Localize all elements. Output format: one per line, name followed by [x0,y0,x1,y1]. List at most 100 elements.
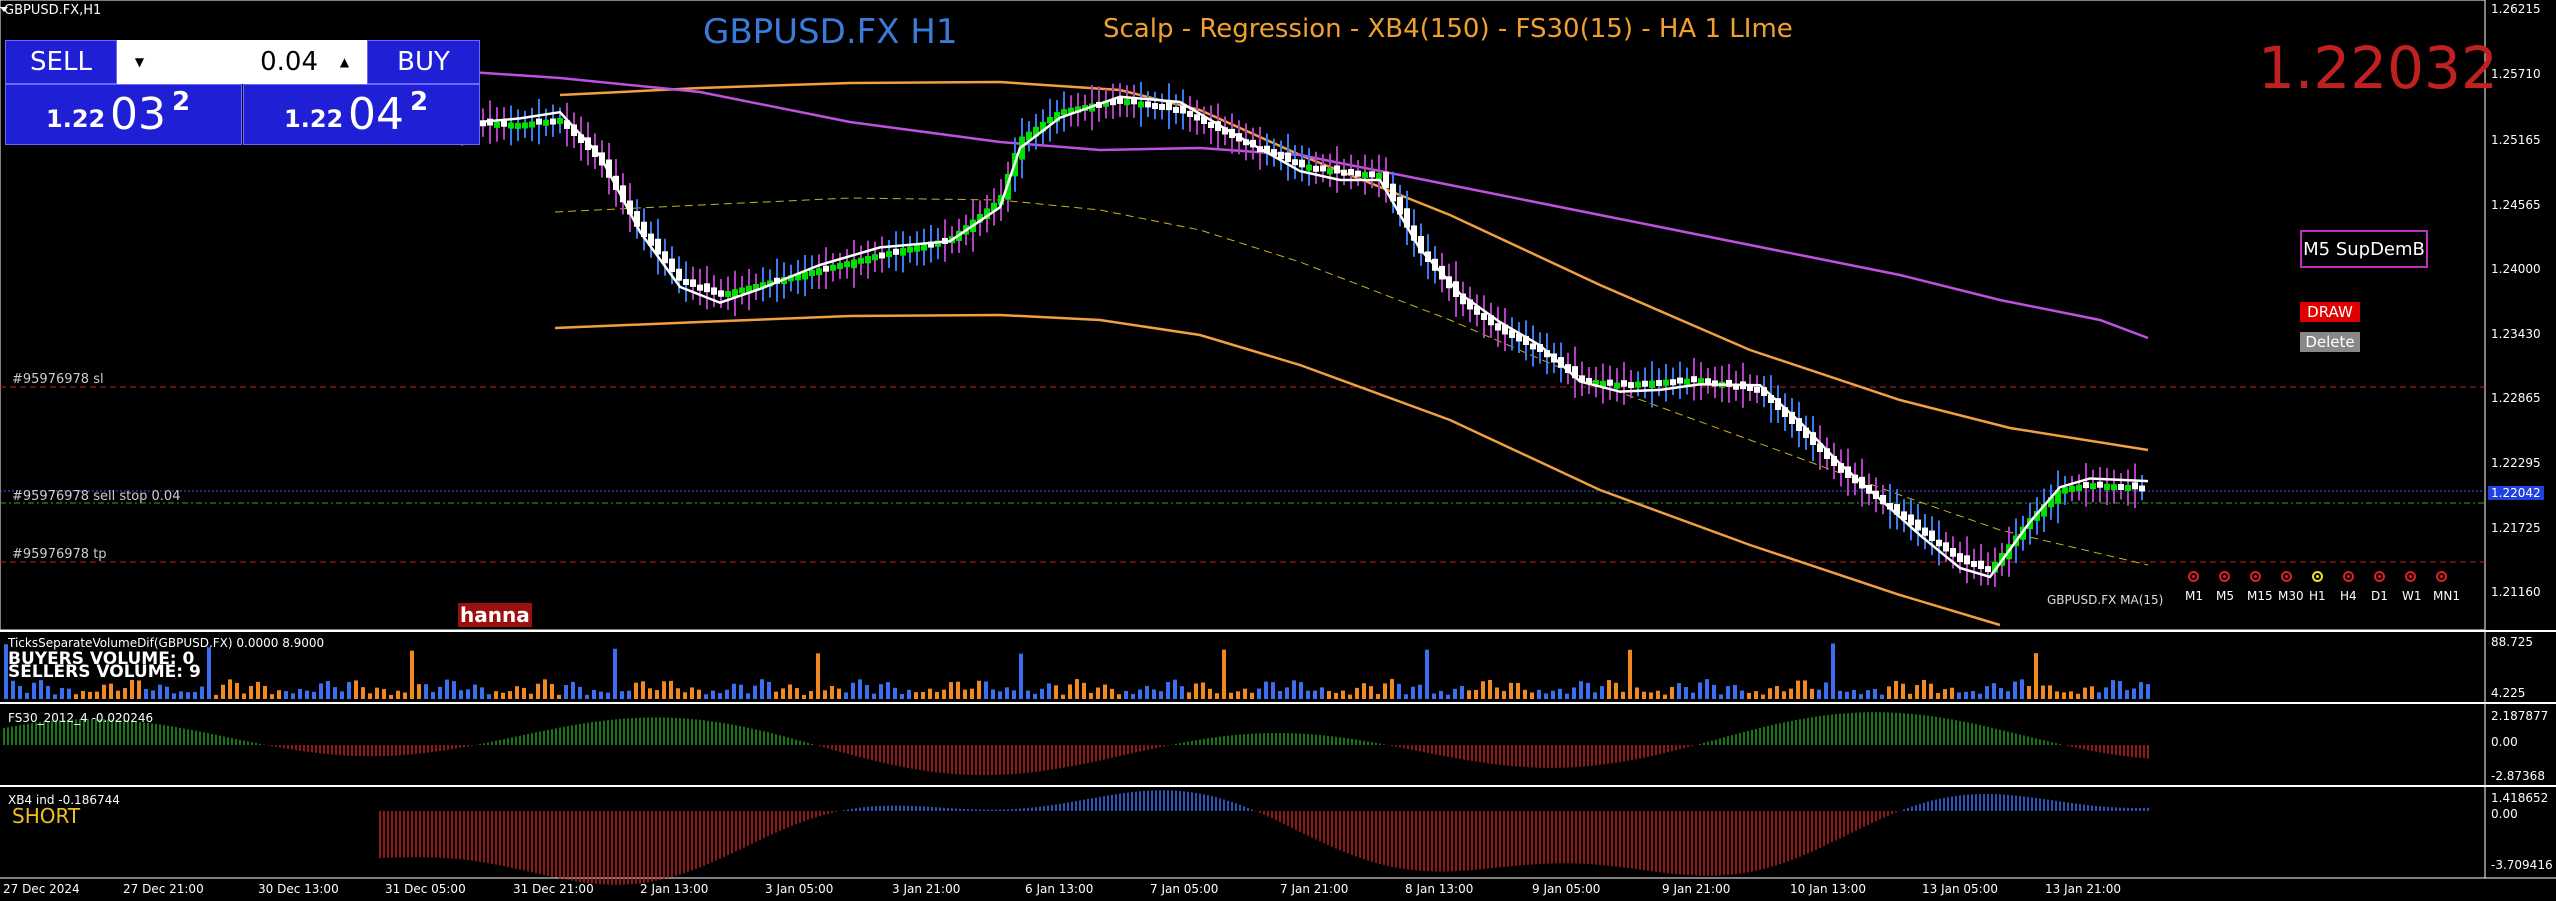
volume-bar [1173,679,1177,699]
volume-bar [1404,694,1408,699]
volume-bar [998,691,1002,699]
volume-bar [1915,685,1919,699]
timeframe-m15-label[interactable]: M15 [2247,589,2273,603]
timeframe-w1-label[interactable]: W1 [2402,589,2422,603]
buy-price-box[interactable]: 1.22 04 2 [243,84,480,145]
draw-button[interactable]: DRAW [2300,302,2360,322]
volume-bar [1803,680,1807,699]
timeframe-m5-label[interactable]: M5 [2216,589,2234,603]
volume-bar [249,685,253,699]
time-axis-label: 7 Jan 21:00 [1280,882,1349,896]
volume-bar [2013,681,2017,699]
volume-bar [1978,693,1982,699]
timeframe-m30-label[interactable]: M30 [2278,589,2304,603]
volume-bar [2006,691,2010,699]
volume-bar [564,685,568,699]
timeframe-h4-radio[interactable] [2343,571,2354,582]
volume-bar [1747,692,1751,699]
sell-button[interactable]: SELL [5,40,117,84]
volume-bar [1950,687,1954,699]
volume-bar [970,688,974,699]
volume-bar [1201,682,1205,699]
volume-bar [2090,686,2094,699]
timeframe-m1-radio[interactable] [2188,571,2199,582]
price-candle [690,279,696,287]
volume-bar [53,694,57,699]
stop-loss-line-label[interactable]: #95976978 sl [12,372,104,387]
price-candle [704,283,710,293]
sell-stop-line-label[interactable]: #95976978 sell stop 0.04 [12,489,180,504]
price-candle [1495,323,1501,331]
timeframe-h4-label[interactable]: H4 [2340,589,2357,603]
volume-bar [1264,681,1268,699]
price-candle [711,287,717,295]
volume-bar [186,692,190,699]
timeframe-h1-radio[interactable] [2312,571,2323,582]
volume-bar [102,684,106,699]
volume-bar [508,691,512,699]
volume-bar [634,682,638,699]
volume-bar [494,691,498,699]
volume-bar [844,692,848,699]
buy-button[interactable]: BUY [367,40,480,84]
lot-size-input[interactable]: 0.04 [162,40,322,84]
volume-bar [1208,688,1212,699]
volume-bar [67,688,71,699]
volume-bar [2125,690,2129,699]
volume-bar [312,691,316,699]
volume-bar [1586,682,1590,699]
timeframe-d1-radio[interactable] [2374,571,2385,582]
time-axis-label: 3 Jan 21:00 [892,882,961,896]
timeframe-m15-radio[interactable] [2250,571,2261,582]
volume-bar [774,691,778,699]
volume-bar [1103,684,1107,699]
volume-bar [1467,690,1471,699]
chart-symbol-header: GBPUSD.FX,H1 [4,3,102,18]
volume-bar [900,694,904,699]
volume-bar [788,684,792,699]
lot-increase-button[interactable]: ▲ [322,40,367,84]
price-axis[interactable]: 1.26215 1.25710 1.25165 1.24565 1.24000 … [2485,0,2556,630]
volume-bar [200,686,204,699]
price-axis-label: 1.26215 [2491,2,2541,16]
volume-bar [403,692,407,699]
volume-bar [25,692,29,699]
volume-bar [1845,691,1849,699]
supdem-button[interactable]: M5 SupDemB [2300,230,2428,268]
delete-button[interactable]: Delete [2300,332,2360,352]
sell-price-box[interactable]: 1.22 03 2 [5,84,242,145]
timeframe-m30-radio[interactable] [2281,571,2292,582]
volume-bar [1418,684,1422,699]
volume-bar [305,690,309,699]
timeframe-mn1-radio[interactable] [2436,571,2447,582]
volume-bar [1306,690,1310,699]
volume-bar [697,689,701,699]
price-axis-label: 1.21160 [2491,585,2541,599]
volume-bar [165,686,169,699]
volume-bar [1341,690,1345,699]
volume-bar [1089,692,1093,699]
timeframe-m5-radio[interactable] [2219,571,2230,582]
take-profit-line-label[interactable]: #95976978 tp [12,547,107,562]
timeframe-m1-label[interactable]: M1 [2185,589,2203,603]
chart-menu-caret-icon[interactable] [0,7,8,12]
volume-bar [1068,684,1072,699]
price-candle [2118,483,2124,490]
volume-bar [438,686,442,699]
lot-decrease-button[interactable]: ▼ [117,40,162,84]
price-candle [1936,539,1942,547]
price-axis-label: 1.23430 [2491,327,2541,341]
time-axis[interactable]: 27 Dec 2024 27 Dec 21:00 30 Dec 13:00 31 De… [0,878,2485,901]
price-candle [837,263,843,269]
sell-price-pips: 03 [110,89,166,140]
price-candle [851,259,857,269]
timeframe-h1-label[interactable]: H1 [2309,589,2326,603]
price-candle [1299,159,1305,168]
timeframe-w1-radio[interactable] [2405,571,2416,582]
volume-bar [333,687,337,699]
price-candle [872,254,878,261]
volume-bar [1691,692,1695,699]
timeframe-d1-label[interactable]: D1 [2371,589,2388,603]
timeframe-mn1-label[interactable]: MN1 [2433,589,2460,603]
price-candle [1187,110,1193,117]
